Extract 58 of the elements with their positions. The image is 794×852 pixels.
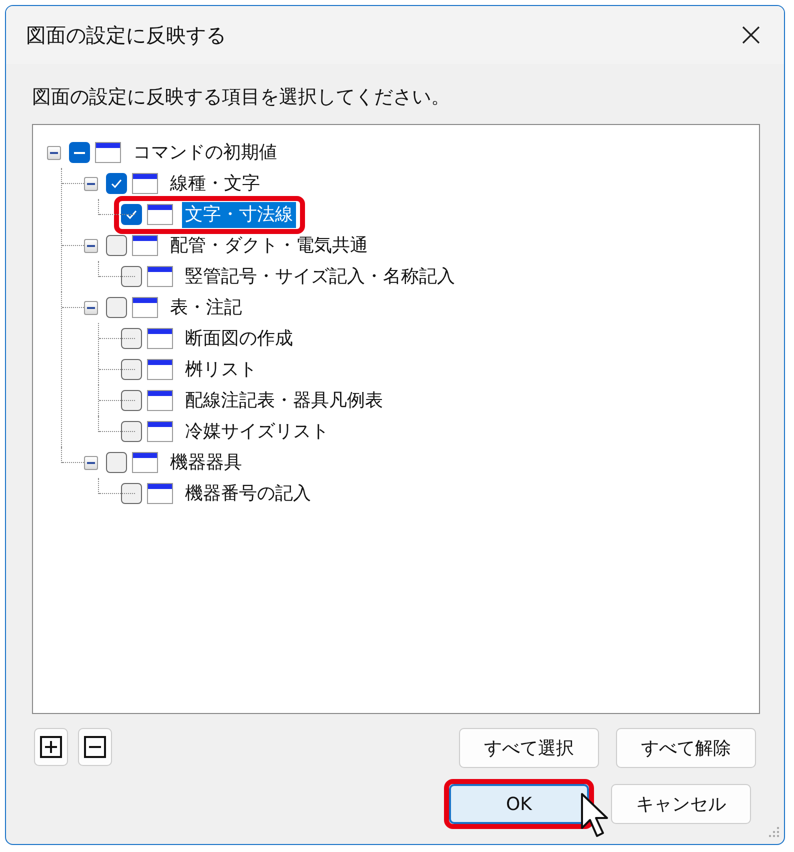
expand-all-button[interactable]	[34, 728, 68, 766]
window-icon	[147, 266, 173, 287]
window-icon	[95, 142, 121, 163]
minus-icon	[87, 462, 95, 464]
action-button[interactable]: すべて選択	[459, 728, 599, 768]
resize-grip-icon[interactable]	[766, 826, 780, 840]
collapse-toggle[interactable]	[84, 176, 98, 190]
window-icon	[147, 483, 173, 504]
minus-icon	[87, 306, 95, 308]
checkbox[interactable]	[69, 142, 90, 163]
instruction-text: 図面の設定に反映する項目を選択してください。	[32, 85, 451, 110]
tree-item[interactable]: 機器番号の記入	[182, 480, 314, 506]
tree-item[interactable]: 断面図の作成	[182, 326, 296, 352]
window-icon	[147, 204, 173, 225]
tree-item[interactable]: コマンドの初期値	[130, 140, 280, 166]
checkbox[interactable]	[121, 483, 142, 504]
window-icon	[147, 421, 173, 442]
checkbox[interactable]	[121, 266, 142, 287]
window-icon	[132, 235, 158, 256]
checkbox[interactable]	[106, 452, 127, 473]
window-icon	[132, 297, 158, 318]
dialog-button[interactable]: OK	[449, 784, 589, 824]
checkbox[interactable]	[121, 421, 142, 442]
window-title: 図面の設定に反映する	[26, 22, 226, 48]
dialog-button[interactable]: キャンセル	[611, 784, 751, 824]
tree-item[interactable]: 竪管記号・サイズ記入・名称記入	[182, 264, 458, 290]
tree-item[interactable]: 冷媒サイズリスト	[182, 418, 332, 444]
collapse-toggle[interactable]	[47, 146, 61, 160]
minus-box-icon	[84, 736, 106, 758]
minus-icon	[87, 182, 95, 184]
minus-icon	[50, 152, 58, 154]
checkbox[interactable]	[106, 235, 127, 256]
checkbox[interactable]	[121, 204, 142, 225]
tree-item[interactable]: 桝リスト	[182, 356, 260, 382]
checkbox[interactable]	[106, 297, 127, 318]
window-icon	[147, 390, 173, 411]
tree-item[interactable]: 文字・寸法線	[182, 202, 296, 228]
tree-item[interactable]: 表・注記	[167, 294, 245, 320]
action-button[interactable]: すべて解除	[616, 728, 756, 768]
window-icon	[132, 452, 158, 473]
window-icon	[147, 359, 173, 380]
checkbox[interactable]	[106, 173, 127, 194]
checkbox[interactable]	[121, 328, 142, 349]
plus-box-icon	[40, 736, 62, 758]
tree-item[interactable]: 機器器具	[167, 450, 245, 476]
collapse-all-button[interactable]	[78, 728, 112, 766]
window-icon	[132, 173, 158, 194]
tree-item[interactable]: 線種・文字	[167, 170, 263, 196]
tree-item[interactable]: 配管・ダクト・電気共通	[167, 232, 371, 258]
collapse-toggle[interactable]	[84, 300, 98, 314]
checkbox[interactable]	[121, 359, 142, 380]
tree-item[interactable]: 配線注記表・器具凡例表	[182, 388, 386, 414]
close-icon	[741, 25, 761, 45]
collapse-toggle[interactable]	[84, 238, 98, 252]
window-icon	[147, 328, 173, 349]
minus-icon	[87, 244, 95, 246]
checkbox[interactable]	[121, 390, 142, 411]
collapse-toggle[interactable]	[84, 456, 98, 470]
